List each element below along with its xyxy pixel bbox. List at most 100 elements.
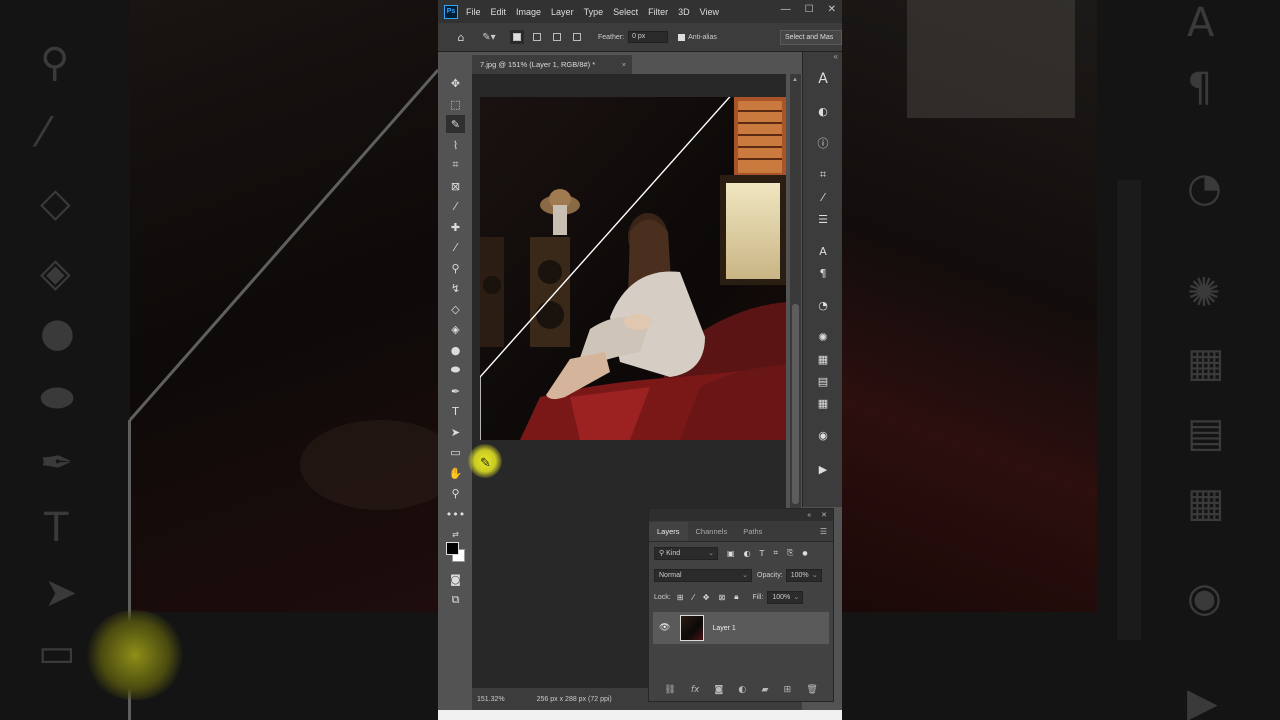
opacity-input[interactable]: 100% ⌄	[785, 568, 822, 582]
color-icon[interactable]: ✺	[814, 328, 832, 346]
document-image[interactable]	[480, 97, 786, 440]
dodge-tool-icon[interactable]: ⬬	[446, 361, 465, 379]
layer-style-icon[interactable]: fx	[691, 685, 700, 695]
dock-collapse-icon[interactable]: «	[834, 52, 838, 61]
ps-logo[interactable]: Ps	[444, 4, 458, 19]
filter-toggle-icon[interactable]: ●	[802, 550, 807, 557]
menu-image[interactable]: Image	[516, 7, 541, 17]
new-layer-icon[interactable]: ⊞	[784, 685, 792, 695]
eraser-tool-icon[interactable]: ◇	[446, 300, 465, 318]
eyedropper-tool-icon[interactable]: ⁄	[446, 197, 465, 215]
menu-filter[interactable]: Filter	[648, 7, 668, 17]
info-icon[interactable]: ⓘ	[814, 134, 832, 152]
pen-tool-icon[interactable]: ✒	[446, 382, 465, 400]
screen-mode-icon[interactable]: ⧉	[446, 591, 465, 609]
history-icon[interactable]: ◔	[814, 296, 832, 314]
tab-layers[interactable]: Layers	[649, 522, 688, 541]
minimize-button[interactable]: —	[781, 4, 791, 15]
foreground-color-swatch[interactable]	[446, 542, 459, 555]
rectangle-tool-icon[interactable]: ▭	[446, 443, 465, 461]
blur-tool-icon[interactable]: ●	[446, 341, 465, 359]
properties-icon[interactable]: ☰	[814, 210, 832, 228]
brush-tool-icon[interactable]: ⁄	[446, 238, 465, 256]
adjustment-layer-icon[interactable]: ◐	[738, 685, 746, 695]
scroll-up-arrow[interactable]: ▲	[792, 77, 798, 83]
menu-type[interactable]: Type	[584, 7, 604, 17]
menu-select[interactable]: Select	[613, 7, 638, 17]
character-panel-icon[interactable]: A	[814, 70, 832, 88]
menu-file[interactable]: File	[466, 7, 481, 17]
lock-position-icon[interactable]: ✥	[703, 593, 710, 602]
document-info[interactable]: 256 px x 288 px (72 ppi)	[537, 696, 612, 703]
zoom-tool-icon[interactable]: ⚲	[446, 484, 465, 502]
layer-row[interactable]: 👁︎ Layer 1	[653, 612, 829, 644]
history-brush-tool-icon[interactable]: ↯	[446, 279, 465, 297]
brush-settings-icon[interactable]: ⌗	[814, 166, 832, 184]
lock-all-icon[interactable]: 🔒︎	[734, 592, 738, 602]
menu-edit[interactable]: Edit	[491, 7, 507, 17]
type-tool-icon[interactable]: T	[446, 402, 465, 420]
more-tools-icon[interactable]: •••	[446, 505, 465, 523]
brushes-icon[interactable]: ⁄	[814, 188, 832, 206]
layer-mask-icon[interactable]: ◙	[715, 685, 724, 695]
lasso-preset-icon[interactable]: ✎▾	[482, 30, 496, 44]
intersect-selection-icon[interactable]	[570, 30, 584, 44]
scrollbar-thumb[interactable]	[792, 304, 799, 504]
polygonal-lasso-tool-icon[interactable]: ✎	[446, 115, 465, 133]
filter-shape-icon[interactable]: ⌗	[773, 548, 778, 558]
lock-image-icon[interactable]: ⁄	[692, 593, 693, 602]
paint-bucket-tool-icon[interactable]: ◈	[446, 320, 465, 338]
frame-tool-icon[interactable]: ⊠	[446, 177, 465, 195]
path-select-tool-icon[interactable]: ➤	[446, 423, 465, 441]
quick-mask-icon[interactable]: ◙	[446, 570, 465, 588]
move-tool-icon[interactable]: ✥	[446, 74, 465, 92]
link-layers-icon[interactable]: ⛓	[664, 685, 675, 695]
close-tab-icon[interactable]: ×	[622, 60, 626, 69]
paragraph-icon[interactable]: ¶	[814, 264, 832, 282]
new-selection-icon[interactable]	[510, 30, 524, 44]
quick-select-tool-icon[interactable]: ⌇	[446, 136, 465, 154]
tab-paths[interactable]: Paths	[735, 527, 770, 541]
marquee-tool-icon[interactable]: ⬚	[446, 95, 465, 113]
filter-pixel-icon[interactable]: ▣	[727, 549, 735, 558]
menu-layer[interactable]: Layer	[551, 7, 574, 17]
panel-menu-icon[interactable]: ☰	[820, 527, 827, 536]
gradients-icon[interactable]: ▤	[814, 372, 832, 390]
home-icon[interactable]: ⌂	[454, 30, 468, 44]
patterns-icon[interactable]: ▦	[814, 394, 832, 412]
healing-tool-icon[interactable]: ✚	[446, 218, 465, 236]
menu-view[interactable]: View	[700, 7, 719, 17]
filter-smart-icon[interactable]: ⎘	[787, 548, 793, 558]
filter-type-icon[interactable]: T	[760, 549, 765, 558]
hand-tool-icon[interactable]: ✋	[446, 464, 465, 482]
swap-colors-icon[interactable]: ⇄	[446, 525, 465, 543]
zoom-level[interactable]: 151.32%	[477, 696, 505, 703]
select-and-mask-button[interactable]: Select and Mas	[780, 30, 842, 45]
lock-artboard-icon[interactable]: ⊠	[718, 593, 725, 602]
panel-collapse-icon[interactable]: «	[807, 512, 811, 519]
close-window-button[interactable]: ✕	[828, 4, 836, 15]
new-group-icon[interactable]: ▰	[761, 685, 768, 695]
actions-play-icon[interactable]: ▶	[814, 460, 832, 478]
tab-channels[interactable]: Channels	[688, 527, 736, 541]
blend-mode-dropdown[interactable]: Normal ⌄	[654, 568, 752, 582]
filter-kind-dropdown[interactable]: ⚲ Kind ⌄	[654, 546, 718, 560]
maximize-button[interactable]: ☐	[805, 4, 814, 15]
clone-stamp-tool-icon[interactable]: ⚲	[446, 259, 465, 277]
visibility-eye-icon[interactable]: 👁︎	[659, 623, 670, 633]
document-tab[interactable]: 7.jpg @ 151% (Layer 1, RGB/8#) * ×	[472, 54, 632, 74]
adjustments-icon[interactable]: ◐	[814, 102, 832, 120]
antialias-checkbox[interactable]	[678, 33, 686, 41]
swatches-icon[interactable]: ▦	[814, 350, 832, 368]
layer-name[interactable]: Layer 1	[712, 625, 735, 632]
filter-adjustment-icon[interactable]: ◐	[744, 549, 751, 558]
panel-close-icon[interactable]: ✕	[821, 511, 827, 519]
feather-input[interactable]: 0 px	[628, 31, 669, 43]
subtract-selection-icon[interactable]	[550, 30, 564, 44]
character-icon[interactable]: A	[814, 242, 832, 260]
3d-icon[interactable]: ◉	[814, 426, 832, 444]
fill-input[interactable]: 100% ⌄	[767, 590, 804, 604]
layer-thumbnail[interactable]	[680, 615, 705, 641]
menu-3d[interactable]: 3D	[678, 7, 690, 17]
add-selection-icon[interactable]	[530, 30, 544, 44]
